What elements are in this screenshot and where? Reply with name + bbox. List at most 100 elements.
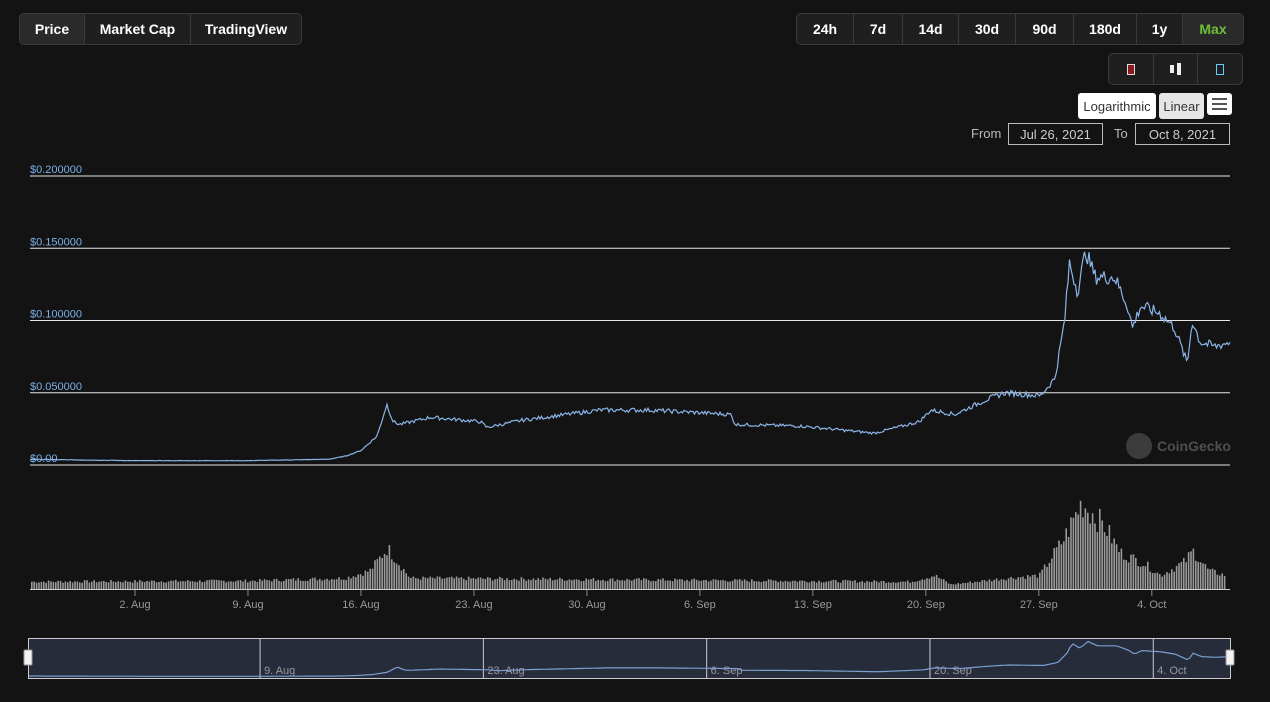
volume-bar [439,576,441,589]
volume-bar [52,581,55,589]
volume-bar [611,578,614,589]
volume-bar [1046,566,1048,589]
volume-bar [76,581,79,589]
volume-bar [830,580,832,589]
volume-bar [554,579,556,589]
volume-bar [1223,575,1226,589]
volume-bar [854,580,856,589]
volume-bar [489,577,491,589]
volume-bar [991,581,993,589]
volume-bar [1204,564,1207,589]
volume-bar [568,579,571,589]
volume-bar [580,581,583,589]
volume-bar [239,580,242,589]
volume-bar [561,578,563,589]
volume-bar [223,580,225,589]
volume-bar [431,577,434,589]
volume-bar [724,580,727,589]
x-tick-label: 23. Aug [455,599,492,611]
volume-bar [880,581,883,589]
volume-bar [1019,577,1022,589]
volume-bar [1221,573,1223,589]
volume-bar [232,581,235,589]
volume-bar [225,582,227,589]
volume-bar [791,580,794,589]
volume-bar [1041,569,1043,589]
volume-bar [707,581,710,589]
volume-bar [436,576,439,589]
volume-bar [947,583,950,589]
volume-bar [981,580,983,589]
volume-bar [64,581,67,589]
volume-bar [1120,548,1123,589]
navigator-handle-left[interactable] [23,649,33,666]
volume-bar [671,581,674,589]
volume-bar [818,580,820,589]
volume-bar [573,579,575,589]
volume-bar [1063,541,1065,589]
volume-bar [1185,562,1187,589]
volume-bar [55,582,57,589]
x-tick-label: 20. Sep [907,599,945,611]
volume-bar [69,581,71,589]
volume-bar [187,580,189,589]
volume-bar [345,580,347,589]
volume-bar [285,579,287,589]
volume-bar [1079,500,1082,589]
volume-bar [741,580,743,589]
volume-bar [319,578,321,589]
volume-bar [590,579,592,589]
volume-bar [465,580,467,589]
volume-bar [765,581,767,589]
volume-bar [503,580,506,589]
volume-bar [1012,578,1015,589]
volume-bar [530,580,532,589]
volume-bar [1036,577,1039,589]
volume-bar [105,582,107,589]
volume-bar [657,579,659,589]
volume-bar [208,579,211,589]
volume-bar [1051,558,1053,589]
volume-bar [259,578,261,589]
navigator-tick-label: 6. Sep [711,665,743,677]
x-tick-label: 9. Aug [232,599,263,611]
volume-bar [674,578,676,589]
volume-bar [81,582,83,589]
volume-bar [1015,579,1017,589]
volume-bar [451,576,453,589]
volume-bar [148,581,151,589]
volume-bar [297,578,299,589]
volume-bar [415,578,417,589]
volume-bar [863,582,866,589]
volume-bar [268,580,271,589]
volume-bar [585,578,587,589]
volume-bar [362,575,364,589]
volume-bar [1108,525,1111,589]
volume-bar [79,582,81,589]
volume-bar [179,581,182,589]
volume-bar [321,580,323,589]
volume-bar [1053,548,1055,589]
volume-bar [470,578,472,589]
price-chart[interactable]: $0.00$0.050000$0.100000$0.150000$0.20000… [0,0,1270,702]
volume-bar [583,580,585,589]
volume-bar [919,580,921,589]
navigator-handle-right[interactable] [1225,649,1235,666]
volume-bar [153,580,155,589]
volume-bar [602,579,604,589]
volume-bar [83,580,86,589]
volume-bar [1058,540,1060,589]
volume-bar [247,582,249,589]
volume-bar [813,581,815,589]
volume-bar [314,577,316,589]
volume-bar [1151,573,1154,589]
coingecko-logo-icon [1126,433,1152,459]
volume-bar [1171,569,1173,589]
volume-bar [868,581,871,589]
volume-bar [283,581,285,589]
volume-bar [112,581,115,589]
volume-bar [904,581,907,589]
volume-bar [343,579,345,589]
volume-bar [823,582,825,589]
volume-bar [801,580,803,589]
